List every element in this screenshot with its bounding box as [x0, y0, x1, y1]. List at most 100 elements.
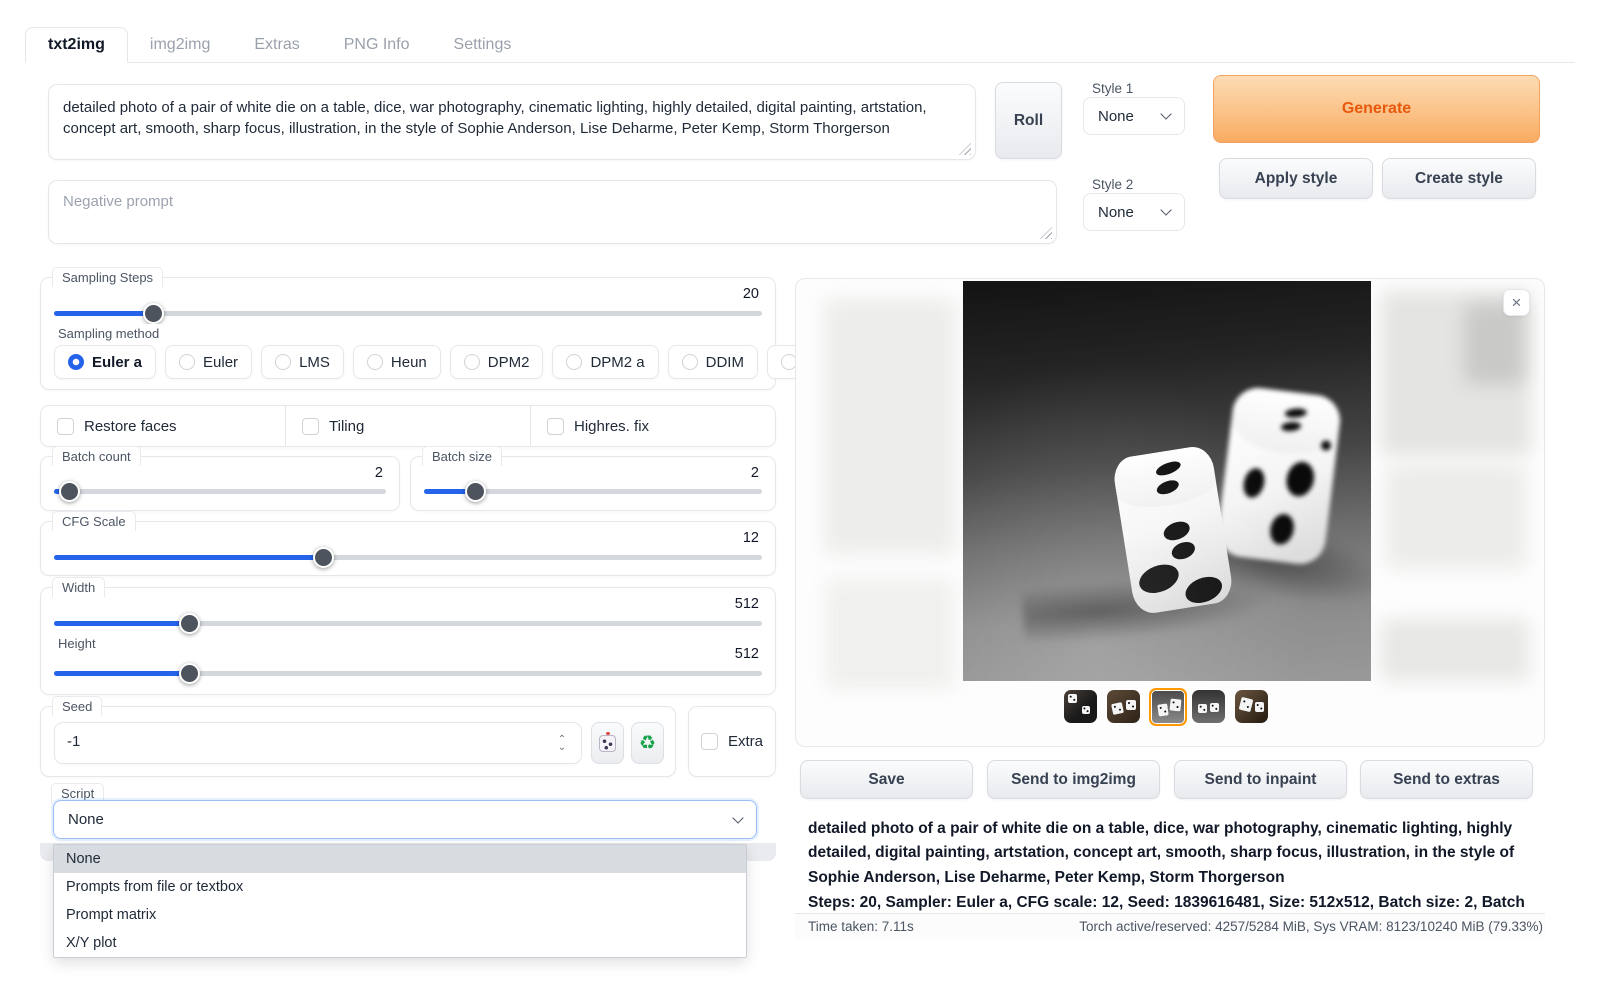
generation-info-prompt: detailed photo of a pair of white die on…: [808, 817, 1532, 890]
seed-value: -1: [67, 733, 80, 750]
seed-input[interactable]: -1 ⌃⌄: [54, 722, 582, 764]
style2-label: Style 2: [1086, 175, 1139, 195]
negative-prompt-placeholder: Negative prompt: [63, 193, 173, 210]
thumbnail-1[interactable]: [1064, 690, 1097, 723]
style2-select[interactable]: None: [1083, 193, 1185, 231]
txt2img-page: txt2img img2img Extras PNG Info Settings…: [0, 0, 1600, 1000]
generation-stats-bar: Time taken: 7.11s Torch active/reserved:…: [795, 913, 1545, 939]
thumbnail-3-selected[interactable]: [1149, 688, 1187, 726]
cfg-scale-label: CFG Scale: [52, 511, 136, 531]
blurred-preview: [824, 299, 956, 554]
radio-dot-icon: [68, 354, 84, 370]
script-option-xy-plot[interactable]: X/Y plot: [54, 929, 746, 957]
tiling-checkbox[interactable]: Tiling: [286, 418, 530, 435]
sampling-group: Sampling Steps 20 Sampling method Euler …: [40, 277, 776, 390]
radio-dpm2-a[interactable]: DPM2 a: [552, 345, 658, 379]
width-label: Width: [52, 577, 105, 597]
recycle-icon: ♻: [639, 732, 656, 755]
radio-euler-a[interactable]: Euler a: [54, 345, 156, 379]
sampling-steps-value: 20: [743, 286, 759, 302]
cfg-scale-slider[interactable]: [54, 555, 762, 560]
generated-image[interactable]: [963, 281, 1371, 681]
cfg-scale-value: 12: [743, 530, 759, 546]
random-seed-button[interactable]: [591, 722, 624, 764]
sampling-steps-label: Sampling Steps: [52, 267, 163, 287]
batch-count-slider[interactable]: [54, 489, 386, 494]
save-button[interactable]: Save: [800, 760, 973, 799]
apply-style-button[interactable]: Apply style: [1219, 158, 1373, 199]
radio-dot-icon: [464, 354, 480, 370]
chevron-down-icon: [732, 812, 743, 823]
tab-png-info[interactable]: PNG Info: [322, 28, 432, 62]
die-left: [1111, 444, 1234, 616]
radio-dot-icon: [566, 354, 582, 370]
highres-fix-checkbox[interactable]: Highres. fix: [531, 418, 775, 435]
extra-checkbox[interactable]: Extra: [701, 733, 763, 750]
script-option-prompt-matrix[interactable]: Prompt matrix: [54, 901, 746, 929]
tab-img2img[interactable]: img2img: [128, 28, 232, 62]
send-to-img2img-button[interactable]: Send to img2img: [987, 760, 1160, 799]
blurred-preview: [1381, 619, 1529, 681]
negative-prompt-textarea[interactable]: Negative prompt: [48, 180, 1057, 244]
tab-settings[interactable]: Settings: [432, 28, 534, 62]
blurred-preview: [826, 579, 954, 689]
resize-handle-icon[interactable]: [959, 143, 971, 155]
stepper-arrows-icon[interactable]: ⌃⌄: [551, 731, 573, 757]
thumbnail-4[interactable]: [1192, 690, 1225, 723]
width-slider[interactable]: [54, 621, 762, 626]
generate-button[interactable]: Generate: [1213, 75, 1540, 143]
radio-heun[interactable]: Heun: [353, 345, 441, 379]
radio-dot-icon: [367, 354, 383, 370]
radio-dpm2[interactable]: DPM2: [450, 345, 544, 379]
script-option-none[interactable]: None: [54, 845, 746, 873]
height-label: Height: [52, 634, 102, 654]
prompt-textarea[interactable]: detailed photo of a pair of white die on…: [48, 84, 976, 160]
radio-ddim[interactable]: DDIM: [668, 345, 758, 379]
script-selected-value: None: [68, 811, 104, 828]
dice-icon: [599, 735, 616, 752]
extra-group: Extra: [688, 706, 776, 777]
script-dropdown-list: None Prompts from file or textbox Prompt…: [53, 844, 747, 958]
style1-select[interactable]: None: [1083, 97, 1185, 135]
die-right: [1215, 385, 1343, 567]
script-select[interactable]: None: [53, 800, 757, 839]
checkbox-icon: [547, 418, 564, 435]
tab-bar: txt2img img2img Extras PNG Info Settings: [25, 27, 1575, 63]
checkbox-icon: [57, 418, 74, 435]
batch-size-slider[interactable]: [424, 489, 762, 494]
die-shadow: [1182, 502, 1371, 626]
radio-dot-icon: [275, 354, 291, 370]
sampling-steps-slider[interactable]: [54, 311, 762, 316]
tab-txt2img[interactable]: txt2img: [25, 27, 128, 63]
sampling-method-label: Sampling method: [52, 324, 165, 344]
script-option-prompts-from-file[interactable]: Prompts from file or textbox: [54, 873, 746, 901]
roll-button[interactable]: Roll: [995, 82, 1062, 159]
radio-dot-icon: [682, 354, 698, 370]
resize-handle-icon[interactable]: [1040, 227, 1052, 239]
create-style-button[interactable]: Create style: [1382, 158, 1536, 199]
die-shadow: [1021, 571, 1269, 646]
thumbnail-2[interactable]: [1107, 690, 1140, 723]
height-slider[interactable]: [54, 671, 762, 676]
time-taken: Time taken: 7.11s: [808, 919, 914, 934]
chevron-down-icon: [1160, 204, 1171, 215]
batch-size-group: Batch size 2: [410, 456, 776, 511]
prompt-text: detailed photo of a pair of white die on…: [63, 99, 927, 137]
send-to-inpaint-button[interactable]: Send to inpaint: [1174, 760, 1347, 799]
reuse-seed-button[interactable]: ♻: [631, 722, 664, 764]
sampling-method-radios: Euler a Euler LMS Heun DPM2 DPM2 a DDIM …: [54, 345, 860, 379]
size-group: Width 512 Height 512: [40, 587, 776, 695]
send-to-extras-button[interactable]: Send to extras: [1360, 760, 1533, 799]
radio-euler[interactable]: Euler: [165, 345, 252, 379]
tab-extras[interactable]: Extras: [232, 28, 321, 62]
restore-faces-checkbox[interactable]: Restore faces: [41, 418, 285, 435]
seed-label: Seed: [52, 696, 102, 716]
batch-count-group: Batch count 2: [40, 456, 400, 511]
style1-value: None: [1098, 108, 1134, 125]
close-icon[interactable]: ×: [1503, 289, 1530, 316]
radio-lms[interactable]: LMS: [261, 345, 344, 379]
chevron-down-icon: [1160, 108, 1171, 119]
thumbnail-5[interactable]: [1235, 690, 1268, 723]
width-value: 512: [735, 596, 759, 612]
batch-size-value: 2: [751, 465, 759, 481]
